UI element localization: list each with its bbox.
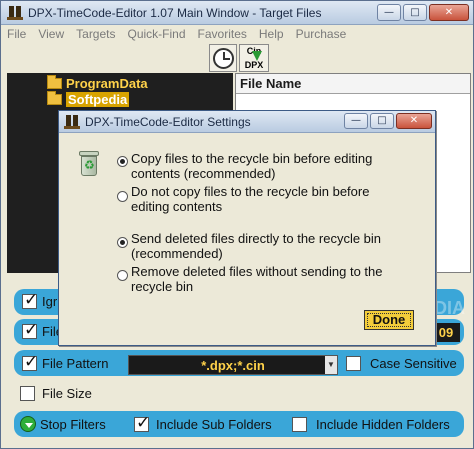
dialog-title-bar: DPX-TimeCode-Editor Settings — □ ✕: [59, 111, 435, 133]
maximize-button[interactable]: □: [403, 4, 427, 21]
include-sub-folders-checkbox[interactable]: [134, 413, 150, 433]
tree-item[interactable]: Softpedia: [47, 90, 130, 107]
close-button[interactable]: ✕: [429, 4, 469, 21]
menu-quick-find[interactable]: Quick-Find: [128, 25, 186, 43]
case-sensitive-label: Case Sensitive: [370, 356, 457, 371]
tree-item[interactable]: ProgramData: [47, 74, 148, 91]
dpx-label: DPX: [244, 60, 264, 70]
dialog-minimize-button[interactable]: —: [344, 113, 368, 129]
file-checkbox[interactable]: [22, 320, 38, 340]
ignore-checkbox[interactable]: [22, 290, 38, 310]
menu-purchase[interactable]: Purchase: [296, 25, 347, 43]
window-title: DPX-TimeCode-Editor 1.07 Main Window - T…: [28, 6, 322, 20]
timecode-button[interactable]: [209, 44, 237, 72]
menu-file[interactable]: File: [7, 25, 26, 43]
include-hidden-folders-label: Include Hidden Folders: [316, 417, 450, 432]
send-to-recycle-label[interactable]: Send deleted files directly to the recyc…: [131, 231, 411, 261]
file-pattern-label: File Pattern: [42, 356, 109, 371]
remove-deleted-radio[interactable]: [117, 270, 128, 281]
no-copy-radio[interactable]: [117, 191, 128, 202]
cin-dpx-button[interactable]: Cin DPX: [239, 44, 269, 72]
file-pattern-checkbox[interactable]: [22, 352, 38, 372]
include-hidden-folders-checkbox[interactable]: [292, 417, 307, 432]
stop-filters-icon[interactable]: [20, 416, 36, 432]
title-bar: DPX-TimeCode-Editor 1.07 Main Window - T…: [1, 1, 473, 25]
case-sensitive-checkbox[interactable]: [346, 356, 361, 371]
menu-targets[interactable]: Targets: [76, 25, 115, 43]
dropdown-arrow-icon[interactable]: ▼: [325, 356, 337, 374]
done-button[interactable]: Done: [364, 310, 414, 330]
clock-icon: [213, 48, 234, 69]
column-header-file-name[interactable]: File Name: [236, 74, 470, 94]
dialog-maximize-button[interactable]: □: [370, 113, 394, 129]
folder-icon: [47, 90, 62, 105]
app-icon: [64, 115, 80, 129]
app-icon: [7, 6, 23, 20]
no-copy-label[interactable]: Do not copy files to the recycle bin bef…: [131, 184, 411, 214]
minimize-button[interactable]: —: [377, 4, 401, 21]
settings-dialog: DPX-TimeCode-Editor Settings — □ ✕ Copy …: [58, 110, 436, 346]
menu-view[interactable]: View: [38, 25, 64, 43]
file-value-field[interactable]: 09: [432, 323, 460, 342]
copy-to-recycle-radio[interactable]: [117, 156, 128, 167]
remove-deleted-label[interactable]: Remove deleted files without sending to …: [131, 264, 411, 294]
menu-bar: File View Targets Quick-Find Favorites H…: [1, 25, 473, 43]
include-sub-folders-label: Include Sub Folders: [156, 417, 272, 432]
menu-favorites[interactable]: Favorites: [198, 25, 247, 43]
send-to-recycle-radio[interactable]: [117, 237, 128, 248]
stop-filters-label[interactable]: Stop Filters: [40, 417, 106, 432]
file-size-checkbox[interactable]: [20, 386, 35, 401]
file-pattern-value: *.dpx;*.cin: [201, 358, 265, 373]
ignore-label: Igr: [42, 294, 58, 309]
menu-help[interactable]: Help: [259, 25, 284, 43]
copy-to-recycle-label[interactable]: Copy files to the recycle bin before edi…: [131, 151, 411, 181]
folder-icon: [47, 74, 62, 89]
tree-item-label: Softpedia: [66, 91, 130, 107]
recycle-bin-icon: [79, 151, 99, 177]
file-size-label: File Size: [42, 386, 92, 401]
tree-item-label: ProgramData: [66, 75, 148, 91]
file-pattern-input[interactable]: *.dpx;*.cin ▼: [128, 355, 338, 375]
dialog-title: DPX-TimeCode-Editor Settings: [85, 115, 251, 129]
dialog-close-button[interactable]: ✕: [396, 113, 432, 129]
